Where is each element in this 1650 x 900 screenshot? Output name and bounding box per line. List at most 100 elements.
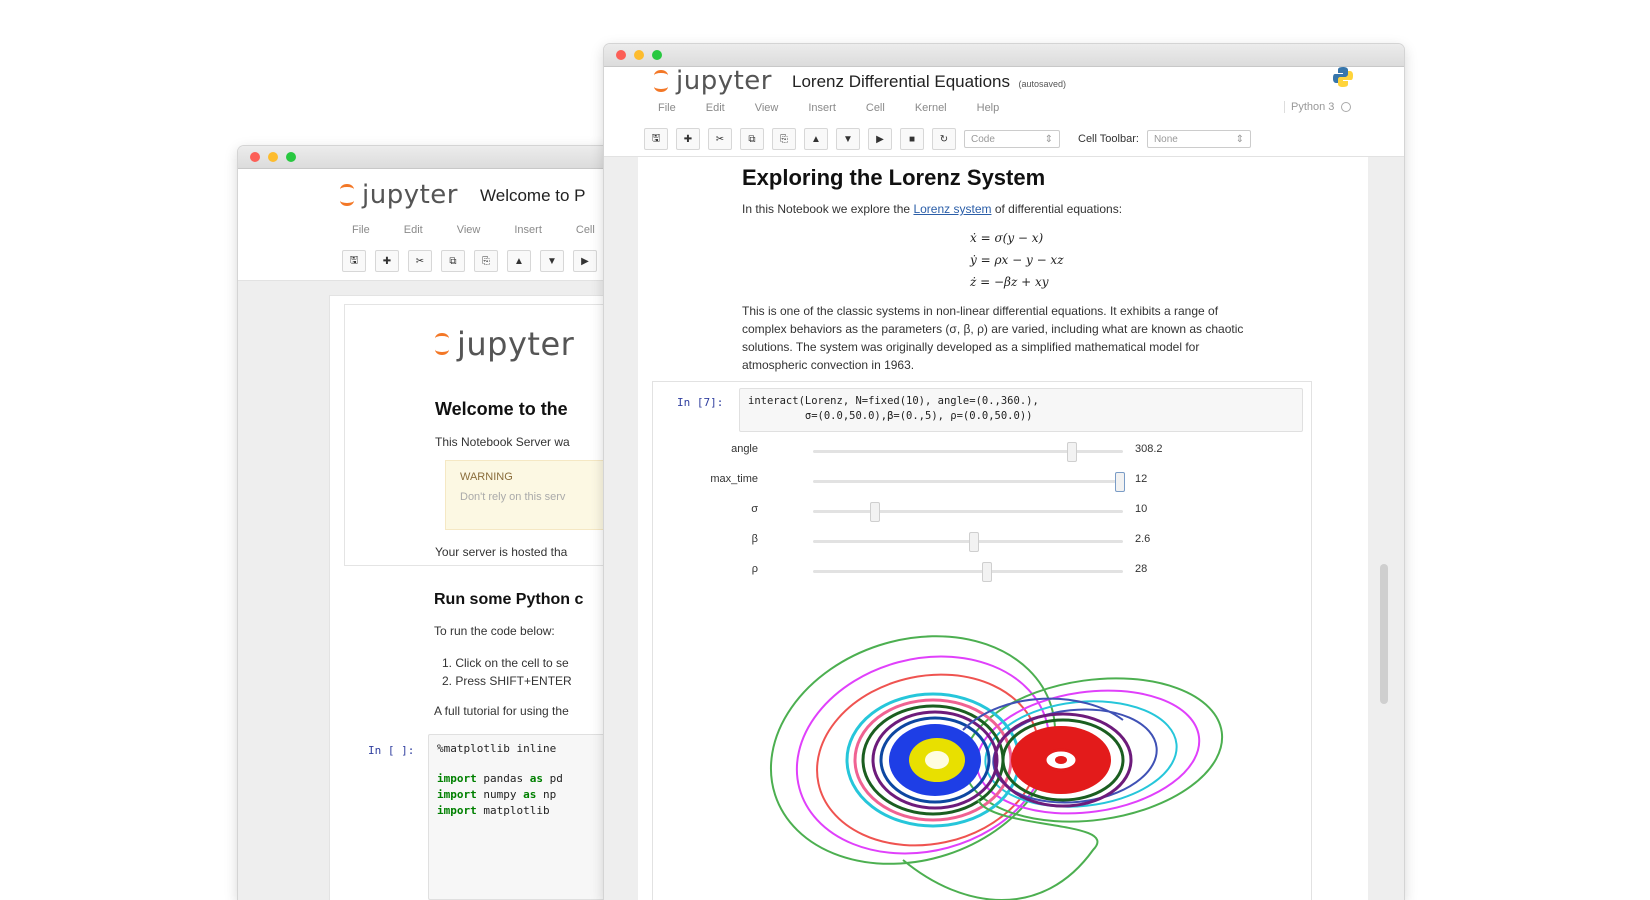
zoom-window-button[interactable] [652, 50, 662, 60]
welcome-heading: Welcome to the [435, 399, 568, 419]
slider-handle[interactable] [981, 562, 992, 582]
vertical-scrollbar[interactable] [1380, 564, 1388, 704]
menu-file[interactable]: File [352, 224, 370, 236]
stop-icon[interactable]: ■ [900, 128, 924, 150]
copy-icon[interactable]: ⧉ [740, 128, 764, 150]
slider-label: ρ [751, 563, 758, 575]
move-down-icon[interactable]: ▼ [540, 250, 564, 272]
notebook-page: jupyter Welcome to the This Notebook Ser… [330, 296, 638, 900]
insert-cell-icon[interactable]: ✚ [375, 250, 399, 272]
notebook-page: Exploring the Lorenz System In this Note… [638, 157, 1368, 900]
zoom-window-button[interactable] [286, 152, 296, 162]
save-icon[interactable]: 🖫 [342, 250, 366, 272]
slider-track[interactable] [813, 532, 1123, 552]
copy-icon[interactable]: ⧉ [441, 250, 465, 272]
equation: ẏ = ρx − y − xz [970, 253, 1064, 267]
minimize-window-button[interactable] [634, 50, 644, 60]
slider-track[interactable] [813, 502, 1123, 522]
run-icon[interactable]: ▶ [573, 250, 597, 272]
code-line: import pandas as pd [437, 772, 563, 785]
list-item: 2. Press SHIFT+ENTER [442, 674, 572, 688]
steps-list: 1. Click on the cell to se 2. Press SHIF… [442, 654, 572, 690]
menu-view[interactable]: View [457, 224, 481, 236]
autosave-status: (autosaved) [1018, 79, 1066, 89]
slider-label: σ [751, 503, 758, 515]
slider-label: β [751, 533, 758, 545]
menu-cell[interactable]: Cell [866, 102, 885, 114]
slider-value: 308.2 [1135, 443, 1163, 455]
run-heading: Run some Python c [434, 591, 584, 608]
slider-value: 10 [1135, 503, 1148, 515]
close-window-button[interactable] [616, 50, 626, 60]
menubar: File Edit View Insert Cell Kernel Help [658, 102, 999, 114]
restart-icon[interactable]: ↻ [932, 128, 956, 150]
jupyter-logo-icon [435, 333, 451, 355]
close-window-button[interactable] [250, 152, 260, 162]
chevron-down-icon: ⇕ [1235, 133, 1244, 145]
notebook-title[interactable]: Welcome to P [480, 186, 586, 206]
cut-icon[interactable]: ✂ [708, 128, 732, 150]
slider-handle[interactable] [1114, 472, 1125, 492]
paragraph-line: This is one of the classic systems in no… [742, 304, 1219, 318]
menu-view[interactable]: View [755, 102, 779, 114]
menu-insert[interactable]: Insert [808, 102, 836, 114]
run-text: To run the code below: [434, 624, 555, 638]
front-notebook-window: jupyter Lorenz Differential Equations (a… [604, 44, 1404, 900]
code-line: import matplotlib [437, 804, 550, 817]
slider-track[interactable] [813, 442, 1123, 462]
code-line: interact(Lorenz, N=fixed(10), angle=(0.,… [748, 395, 1039, 407]
paragraph-line: atmospheric convection in 1963. [742, 358, 915, 372]
hosted-text: Your server is hosted tha [435, 545, 568, 559]
code-line: %matplotlib inline [437, 742, 557, 755]
slider-label: max_time [710, 473, 758, 485]
equation: ż = −βz + xy [970, 275, 1049, 289]
minimize-window-button[interactable] [268, 152, 278, 162]
lorenz-system-link[interactable]: Lorenz system [913, 202, 991, 216]
back-window-titlebar [238, 146, 638, 169]
toolbar: 🖫 ✚ ✂ ⧉ ⎘ ▲ ▼ ▶ ■ ↻ Code ⇕ Cell Toolbar: … [644, 128, 1251, 150]
insert-cell-icon[interactable]: ✚ [676, 128, 700, 150]
menu-cell[interactable]: Cell [576, 224, 595, 236]
code-prompt: In [ ]: [368, 744, 415, 757]
menu-edit[interactable]: Edit [706, 102, 725, 114]
menu-insert[interactable]: Insert [514, 224, 542, 236]
code-cell[interactable]: In [7]: interact(Lorenz, N=fixed(10), an… [652, 381, 1312, 900]
code-line: import numpy as np [437, 788, 557, 801]
equation: ẋ = σ(y − x) [970, 231, 1044, 245]
code-line: σ=(0.0,50.0),β=(0.,5), ρ=(0.0,50.0)) [748, 410, 1033, 422]
list-item: 1. Click on the cell to se [442, 656, 569, 670]
kernel-indicator[interactable]: Python 3 [1284, 101, 1352, 113]
notebook-title[interactable]: Lorenz Differential Equations (autosaved… [792, 72, 1066, 92]
paste-icon[interactable]: ⎘ [772, 128, 796, 150]
slider-track[interactable] [813, 562, 1123, 582]
python-logo-icon [1332, 66, 1354, 88]
cell-type-select[interactable]: Code ⇕ [964, 130, 1060, 148]
paste-icon[interactable]: ⎘ [474, 250, 498, 272]
move-up-icon[interactable]: ▲ [507, 250, 531, 272]
slider-track[interactable] [813, 472, 1125, 492]
paragraph-line: solutions. The system was originally dev… [742, 340, 1200, 354]
menu-help[interactable]: Help [977, 102, 1000, 114]
back-notebook-window: jupyter Welcome to P File Edit View Inse… [238, 146, 638, 900]
save-icon[interactable]: 🖫 [644, 128, 668, 150]
cell-toolbar-select[interactable]: None ⇕ [1146, 130, 1251, 148]
slider-value: 2.6 [1135, 533, 1151, 545]
jupyter-logo[interactable]: jupyter [654, 66, 772, 96]
menu-file[interactable]: File [658, 102, 676, 114]
cut-icon[interactable]: ✂ [408, 250, 432, 272]
move-down-icon[interactable]: ▼ [836, 128, 860, 150]
move-up-icon[interactable]: ▲ [804, 128, 828, 150]
intro-text: In this Notebook we explore the Lorenz s… [742, 202, 1123, 216]
menu-edit[interactable]: Edit [404, 224, 423, 236]
slider-handle[interactable] [969, 532, 980, 552]
slider-max-time: max_time 12 [653, 470, 1173, 492]
jupyter-logo: jupyter [435, 325, 574, 363]
jupyter-logo[interactable]: jupyter [340, 180, 458, 210]
paragraph-line: complex behaviors as the parameters (σ, … [742, 322, 1244, 336]
slider-handle[interactable] [1066, 442, 1077, 462]
menu-kernel[interactable]: Kernel [915, 102, 947, 114]
slider-value: 12 [1135, 473, 1148, 485]
slider-handle[interactable] [870, 502, 880, 522]
run-icon[interactable]: ▶ [868, 128, 892, 150]
code-input[interactable]: interact(Lorenz, N=fixed(10), angle=(0.,… [739, 388, 1303, 432]
